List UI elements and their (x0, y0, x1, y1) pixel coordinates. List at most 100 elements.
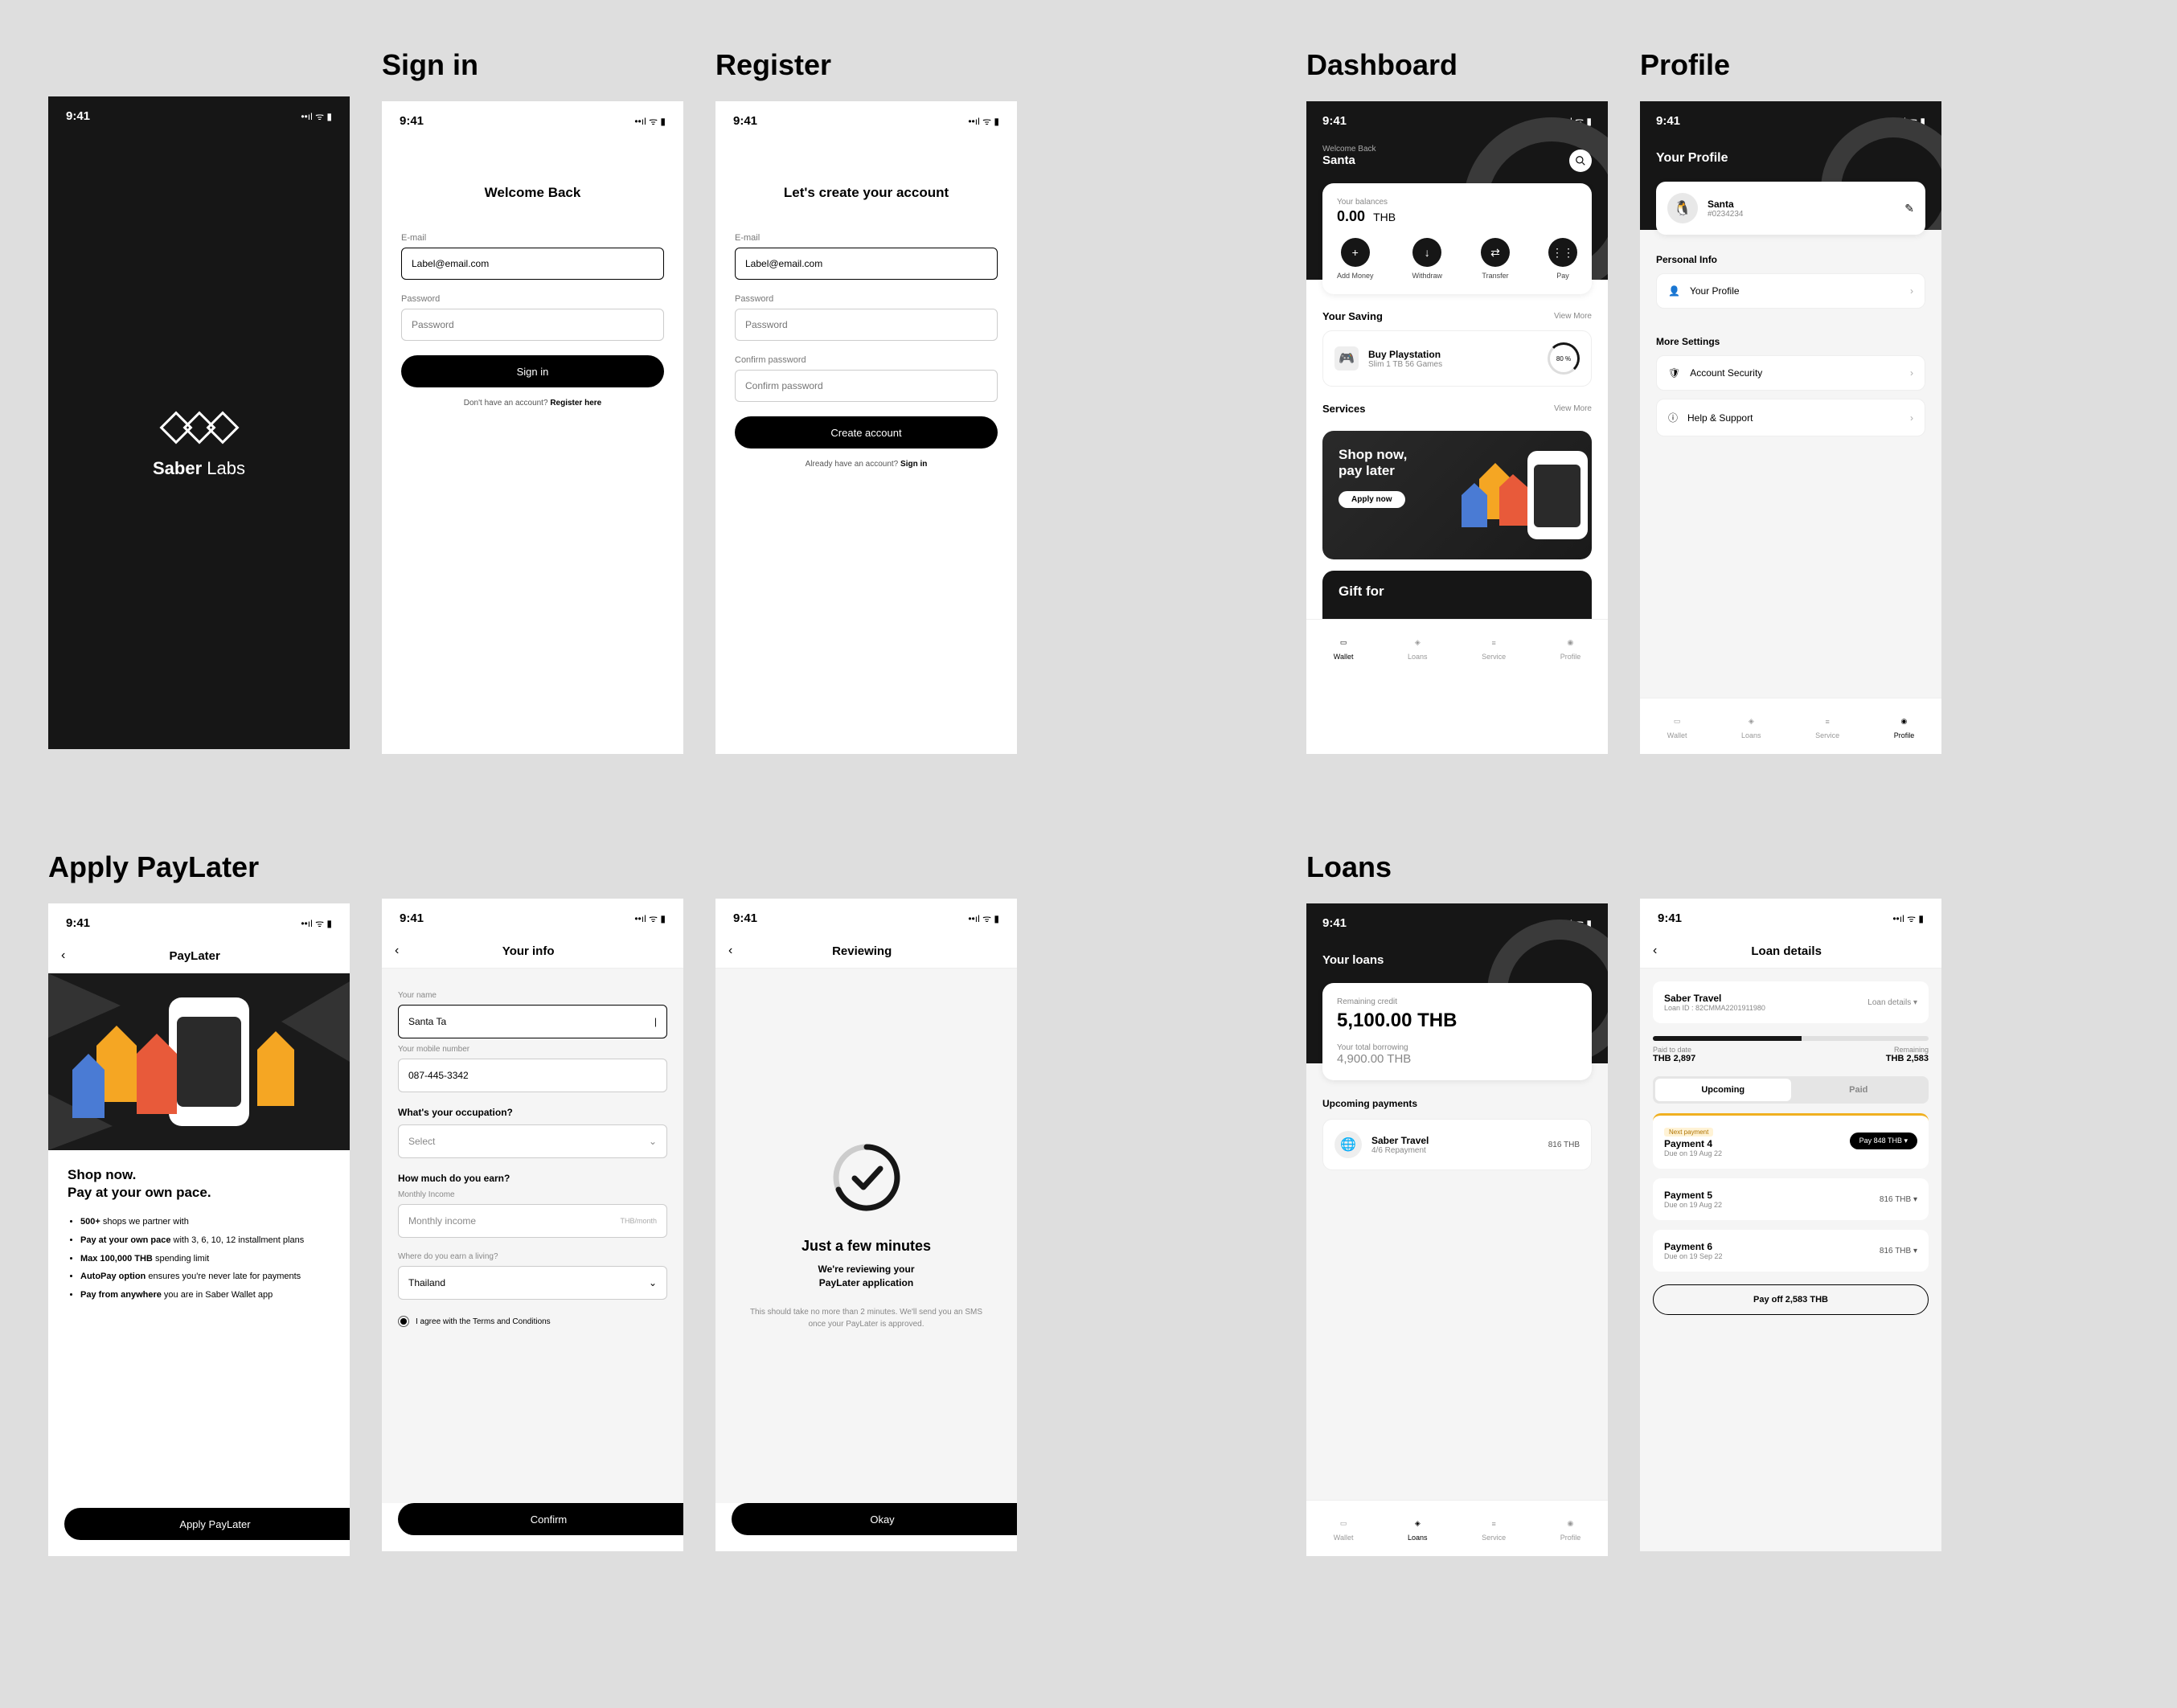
email-field[interactable] (735, 248, 998, 280)
service-icon: ≡ (1819, 714, 1835, 730)
view-more-link[interactable]: View More (1554, 312, 1592, 321)
profile-icon: ◉ (1562, 1516, 1578, 1532)
signin-button[interactable]: Sign in (401, 355, 664, 387)
payments-tabs: Upcoming Paid (1653, 1076, 1929, 1104)
confirm-button[interactable]: Confirm (398, 1503, 683, 1535)
apply-now-button[interactable]: Apply now (1339, 491, 1405, 508)
help-icon: ⓘ (1668, 411, 1678, 424)
nav-service[interactable]: ≡Service (1482, 1516, 1506, 1542)
paylater-hero-illustration (48, 973, 350, 1150)
payment-row[interactable]: Payment 5Due on 19 Aug 22816 THB ▾ (1653, 1178, 1929, 1220)
email-field[interactable] (401, 248, 664, 280)
tab-paid[interactable]: Paid (1791, 1079, 1927, 1101)
password-field[interactable] (735, 309, 998, 341)
apply-paylater-button[interactable]: Apply PayLater (64, 1508, 350, 1540)
email-label: E-mail (401, 233, 664, 243)
profile-title: Your Profile (1656, 151, 1925, 166)
nav-profile[interactable]: ◉Profile (1894, 714, 1915, 739)
nav-service[interactable]: ≡Service (1482, 635, 1506, 661)
nav-loans[interactable]: ◈Loans (1408, 1516, 1428, 1542)
confirm-password-field[interactable] (735, 370, 998, 402)
nav-wallet[interactable]: ▭Wallet (1334, 635, 1354, 661)
bottom-nav: ▭Wallet ◈Loans ≡Service ◉Profile (1306, 619, 1608, 675)
loans-screen: 9:41 ••ıl ᯤ ▮ Your loans Remaining credi… (1306, 903, 1608, 1556)
bottom-nav: ▭Wallet ◈Loans ≡Service ◉Profile (1640, 698, 1941, 754)
reviewing-screen: 9:41 ••ıl ᯤ ▮ ‹ Reviewing Just a few min… (715, 899, 1017, 1551)
loans-icon: ◈ (1409, 635, 1425, 651)
wallet-icon: ▭ (1335, 635, 1351, 651)
password-field[interactable] (401, 309, 664, 341)
section-title-register: Register (715, 48, 1017, 82)
paylater-banner[interactable]: Shop now,pay later Apply now (1322, 431, 1592, 559)
payment-row[interactable]: Next paymentPayment 4Due on 19 Aug 22Pay… (1653, 1113, 1929, 1169)
globe-icon: 🌐 (1334, 1131, 1362, 1158)
radio-checked-icon (398, 1316, 409, 1327)
section-title-signin: Sign in (382, 48, 683, 82)
payment-row[interactable]: Payment 6Due on 19 Sep 22816 THB ▾ (1653, 1230, 1929, 1272)
brand-name: Saber Labs (153, 458, 245, 479)
setting-help-support[interactable]: ⓘ Help & Support › (1656, 399, 1925, 436)
search-button[interactable] (1569, 150, 1592, 172)
bottom-nav: ▭Wallet ◈Loans ≡Service ◉Profile (1306, 1500, 1608, 1556)
saving-goal-card[interactable]: 🎮 Buy Playstation Slim 1 TB 56 Games 80 … (1322, 330, 1592, 387)
view-more-link[interactable]: View More (1554, 404, 1592, 413)
mobile-field[interactable]: 087-445-3342 (398, 1059, 667, 1092)
action-add-money[interactable]: +Add Money (1337, 238, 1374, 280)
action-withdraw[interactable]: ↓Withdraw (1412, 238, 1443, 280)
gift-banner[interactable]: Gift for (1322, 571, 1592, 619)
profile-screen: 9:41 ••ıl ᯤ ▮ Your Profile 🐧 Santa #0234… (1640, 101, 1941, 754)
paylater-headline: Shop now.Pay at your own pace. (68, 1166, 330, 1202)
services-title: Services (1322, 403, 1366, 415)
edit-profile-button[interactable]: ✎ (1904, 202, 1914, 215)
create-account-button[interactable]: Create account (735, 416, 998, 449)
terms-checkbox[interactable]: I agree with the Terms and Conditions (398, 1316, 667, 1327)
playstation-icon: 🎮 (1334, 346, 1359, 371)
register-screen: 9:41 ••ıl ᯤ ▮ Let's create your account … (715, 101, 1017, 754)
wallet-icon: ▭ (1335, 1516, 1351, 1532)
section-title-paylater: Apply PayLater (48, 850, 350, 884)
profile-icon: ◉ (1896, 714, 1912, 730)
nav-service[interactable]: ≡Service (1815, 714, 1839, 739)
pay-button[interactable]: Pay 848 THB ▾ (1850, 1133, 1917, 1149)
nav-wallet[interactable]: ▭Wallet (1667, 714, 1687, 739)
nav-wallet[interactable]: ▭Wallet (1334, 1516, 1354, 1542)
progress-ring: 80 % (1548, 342, 1580, 375)
next-payment-badge: Next payment (1664, 1128, 1713, 1137)
country-select[interactable]: Thailand⌄ (398, 1266, 667, 1300)
section-title-profile: Profile (1640, 48, 1941, 82)
loan-details-dropdown[interactable]: Loan details ▾ (1867, 998, 1917, 1007)
status-icons: ••ıl ᯤ ▮ (301, 109, 332, 123)
nav-profile[interactable]: ◉Profile (1560, 1516, 1581, 1542)
chevron-down-icon: ⌄ (649, 1136, 657, 1147)
action-icon: ↓ (1412, 238, 1441, 267)
avatar: 🐧 (1667, 193, 1698, 223)
paylater-intro-screen: 9:41 ••ıl ᯤ ▮ ‹ PayLater (48, 903, 350, 1556)
person-icon: 👤 (1668, 285, 1680, 297)
name-field[interactable]: Santa Ta| (398, 1005, 667, 1038)
action-transfer[interactable]: ⇄Transfer (1481, 238, 1510, 280)
nav-loans[interactable]: ◈Loans (1408, 635, 1428, 661)
okay-button[interactable]: Okay (732, 1503, 1017, 1535)
occupation-select[interactable]: Select⌄ (398, 1124, 667, 1158)
nav-profile[interactable]: ◉Profile (1560, 635, 1581, 661)
shield-icon: 🛡 (1668, 367, 1680, 379)
setting-account-security[interactable]: 🛡 Account Security › (1656, 355, 1925, 391)
setting-your-profile[interactable]: 👤 Your Profile › (1656, 273, 1925, 309)
balance-card: Your balances 0.00 THB +Add Money↓Withdr… (1322, 183, 1592, 294)
action-pay[interactable]: ⋮⋮Pay (1548, 238, 1577, 280)
signin-link[interactable]: Sign in (900, 460, 927, 469)
brand-logo-icon (159, 403, 240, 455)
profile-summary-card: 🐧 Santa #0234234 ✎ (1656, 182, 1925, 235)
register-heading: Let's create your account (715, 185, 1017, 201)
nav-loans[interactable]: ◈Loans (1741, 714, 1761, 739)
action-icon: ⋮⋮ (1548, 238, 1577, 267)
action-icon: + (1341, 238, 1370, 267)
payoff-button[interactable]: Pay off 2,583 THB (1653, 1284, 1929, 1315)
loan-item[interactable]: 🌐 Saber Travel 4/6 Repayment 816 THB (1322, 1119, 1592, 1170)
income-field[interactable]: Monthly incomeTHB/month (398, 1204, 667, 1238)
tab-upcoming[interactable]: Upcoming (1655, 1079, 1791, 1101)
register-link[interactable]: Register here (550, 399, 601, 408)
user-name: Santa (1322, 154, 1592, 167)
status-bar: 9:41 ••ıl ᯤ ▮ (48, 96, 350, 132)
register-hint: Don't have an account? Register here (401, 399, 664, 408)
